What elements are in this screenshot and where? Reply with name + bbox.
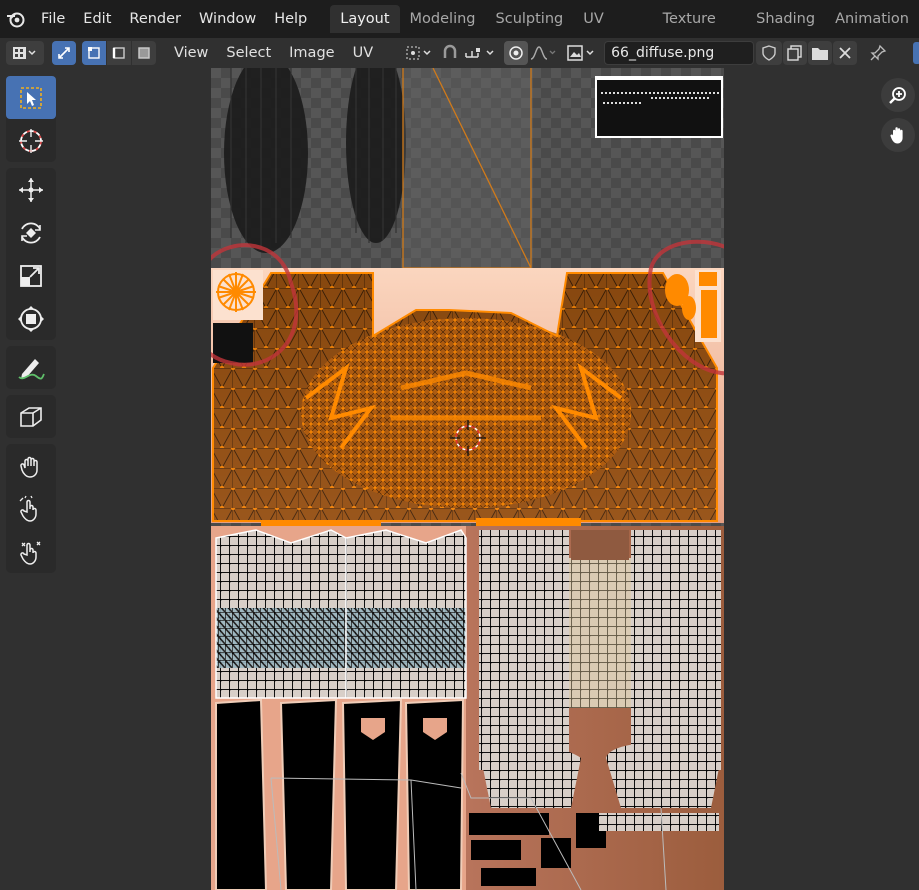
annotate-tools-group	[6, 346, 56, 389]
select-tools-group	[6, 76, 56, 162]
uv-island-grey	[403, 68, 533, 268]
menu-help[interactable]: Help	[265, 0, 316, 38]
torso-uv-island	[212, 272, 718, 522]
shirt-uv-islands	[215, 529, 467, 699]
falloff-icon[interactable]	[528, 41, 558, 65]
snap-target-icon[interactable]	[462, 41, 500, 65]
sidebar-toggle-edge[interactable]	[913, 42, 919, 64]
tab-shading[interactable]: Shading	[746, 5, 825, 33]
uv-layout-svg	[211, 68, 724, 890]
annotate-tool-icon[interactable]	[6, 346, 56, 389]
uv-image-canvas[interactable]	[211, 68, 724, 890]
menu-image[interactable]: Image	[280, 45, 343, 61]
selection-mode-group	[82, 41, 157, 65]
tab-modeling[interactable]: Modeling	[400, 5, 486, 33]
transform-tool-icon[interactable]	[6, 297, 56, 340]
cursor-tool-icon[interactable]	[6, 119, 56, 162]
menu-view[interactable]: View	[165, 45, 217, 61]
editor-type-button[interactable]	[6, 41, 44, 65]
menu-edit[interactable]: Edit	[74, 0, 120, 38]
pinch-tool-icon[interactable]	[6, 530, 56, 573]
blender-logo-icon[interactable]	[0, 0, 32, 38]
menu-window[interactable]: Window	[190, 0, 265, 38]
sculpt-tools-group	[6, 444, 56, 573]
tab-texture-paint[interactable]: Texture Paint	[653, 5, 747, 55]
tab-uv-editing[interactable]: UV Editing	[573, 5, 652, 55]
tab-animation[interactable]: Animation	[825, 5, 919, 33]
tab-sculpting[interactable]: Sculpting	[486, 5, 574, 33]
snap-icon[interactable]	[438, 41, 462, 65]
relax-tool-icon[interactable]	[6, 487, 56, 530]
grab-tool-icon[interactable]	[6, 444, 56, 487]
image-browse-icon[interactable]	[564, 41, 600, 65]
transform-tools-group	[6, 168, 56, 340]
select-box-tool-icon[interactable]	[6, 76, 56, 119]
image-name-field[interactable]: 66_diffuse.png	[604, 41, 755, 65]
pivot-point-icon[interactable]	[402, 41, 438, 65]
scale-tool-icon[interactable]	[6, 254, 56, 297]
pin-icon[interactable]	[863, 41, 893, 65]
rotate-tool-icon[interactable]	[6, 211, 56, 254]
move-tool-icon[interactable]	[6, 168, 56, 211]
rip-region-tool-icon[interactable]	[6, 395, 56, 438]
tool-shelf	[6, 76, 56, 579]
top-menubar: File Edit Render Window Help Layout Mode…	[0, 0, 919, 55]
uv-tools-group	[6, 395, 56, 438]
edge-select-icon[interactable]	[107, 41, 131, 65]
menu-render[interactable]: Render	[120, 0, 190, 38]
zoom-view-icon[interactable]	[881, 78, 915, 112]
menu-uv[interactable]: UV	[344, 45, 383, 61]
workspace-tabs: Layout Modeling Sculpting UV Editing Tex…	[330, 4, 919, 55]
tab-layout[interactable]: Layout	[330, 5, 400, 33]
pan-view-hand-icon[interactable]	[881, 118, 915, 152]
new-image-icon[interactable]	[783, 41, 808, 65]
face-select-icon[interactable]	[132, 41, 156, 65]
fake-user-shield-icon[interactable]	[756, 41, 783, 65]
menu-select[interactable]: Select	[217, 45, 280, 61]
texture-patch-dark	[597, 80, 721, 136]
sync-selection-icon[interactable]	[52, 41, 76, 65]
menu-file[interactable]: File	[32, 0, 74, 38]
unlink-close-icon[interactable]	[833, 41, 858, 65]
uv-editor-header: View Select Image UV 66_diffuse.png	[0, 38, 919, 68]
vertex-select-icon[interactable]	[82, 41, 106, 65]
proportional-editing-icon[interactable]	[504, 41, 529, 65]
open-folder-icon[interactable]	[808, 41, 833, 65]
